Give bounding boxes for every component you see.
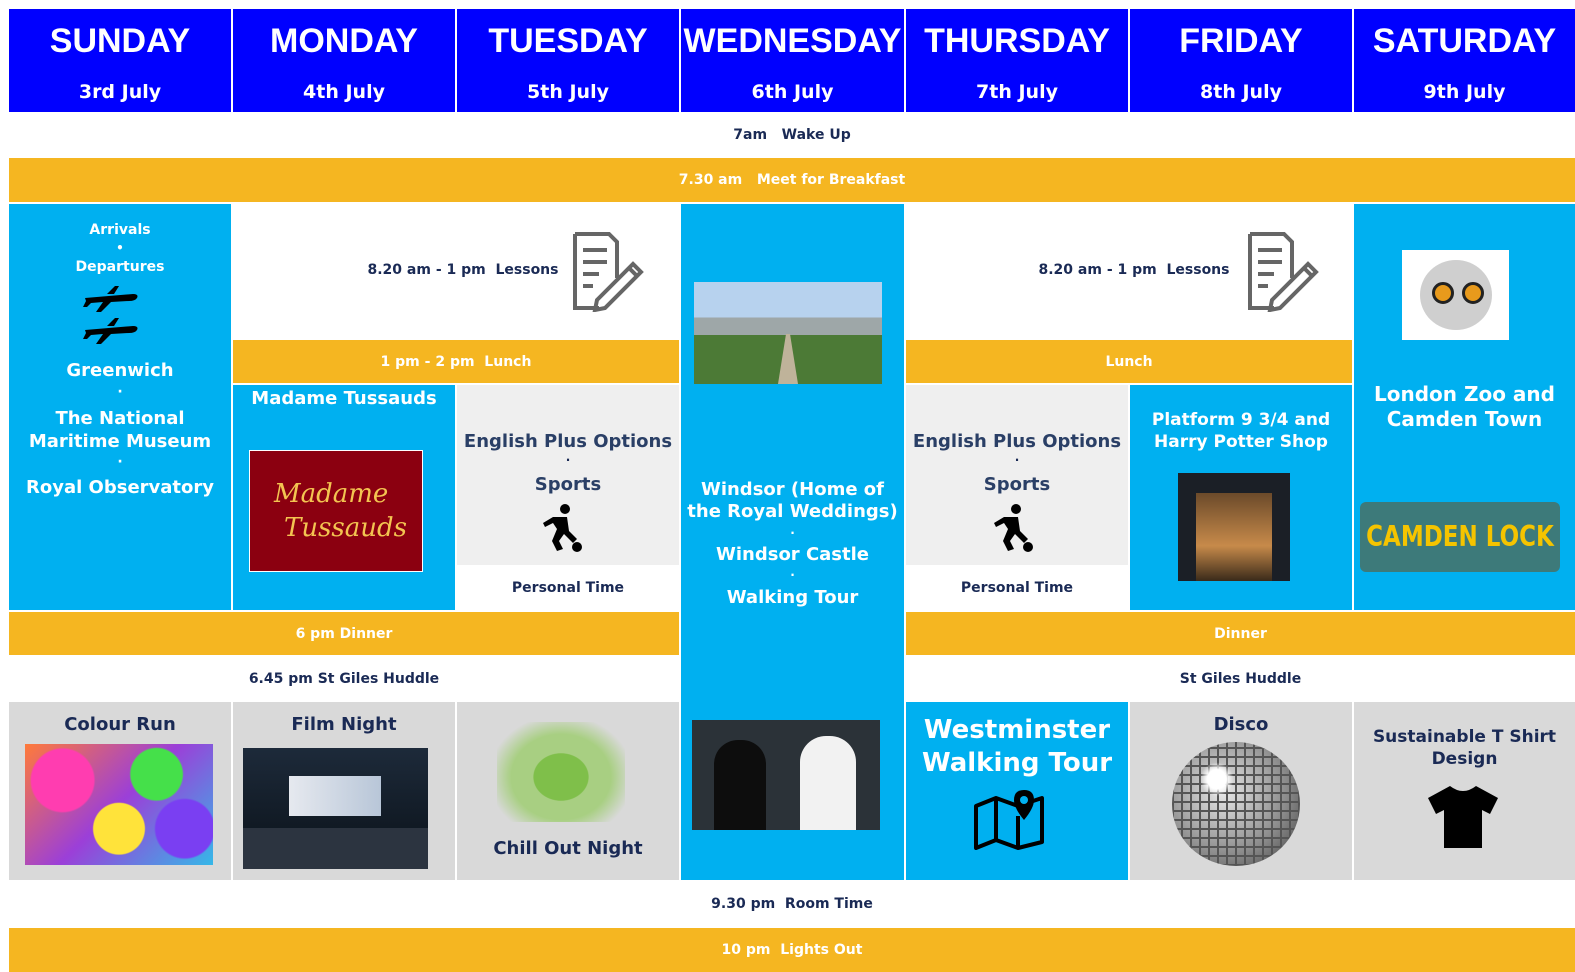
tuesday-evening-cell: Chill Out Night (457, 702, 679, 880)
dot: · (117, 384, 123, 400)
film-night-photo (243, 748, 428, 869)
day-date: 4th July (303, 81, 385, 103)
day-date: 9th July (1423, 81, 1506, 103)
tshirt-icon (1426, 784, 1500, 850)
logo-line-1: Madame (274, 479, 389, 509)
observatory-label: Royal Observatory (26, 477, 214, 498)
sports-label: Sports (983, 474, 1051, 495)
museum-label: The National Maritime Museum (28, 408, 212, 452)
windsor-castle-label: Windsor Castle (716, 544, 869, 565)
chill-out-label: Chill Out Night (493, 838, 643, 859)
lights-out-row: 10 pm Lights Out (9, 928, 1575, 972)
dot: · (790, 568, 795, 582)
camden-sign-text: CAMDEN LOCK (1366, 520, 1554, 554)
friday-evening-cell: Disco (1130, 702, 1352, 880)
disco-ball (1172, 742, 1300, 866)
header-saturday: SATURDAY 9th July (1354, 9, 1575, 112)
day-name: SATURDAY (1372, 22, 1557, 60)
day-name: SUNDAY (49, 22, 191, 60)
dot: · (565, 453, 571, 467)
monday-activity-cell: Madame Tussauds Madame Tussauds (233, 385, 455, 610)
tuesday-personal-time: Personal Time (457, 565, 679, 610)
thu-fri-dinner: Dinner (906, 612, 1575, 655)
mon-tue-lunch: 1 pm - 2 pm Lunch (233, 340, 679, 383)
thu-fri-lessons-cell: 8.20 am - 1 pm Lessons (906, 204, 1352, 340)
day-name: FRIDAY (1179, 22, 1303, 60)
windsor-title: Windsor (Home of the Royal Weddings) (687, 479, 898, 522)
walking-tour-label: Walking Tour (726, 587, 859, 608)
map-pin-icon (972, 788, 1048, 850)
day-date: 7th July (976, 81, 1058, 103)
day-date: 5th July (527, 81, 609, 103)
arrivals-label: Arrivals (89, 222, 151, 238)
thursday-personal-time: Personal Time (906, 565, 1128, 610)
london-zoo-label: London Zoo and Camden Town (1374, 382, 1555, 431)
header-wednesday: WEDNESDAY 6th July (681, 9, 904, 112)
header-thursday: THURSDAY 7th July (906, 9, 1128, 112)
mon-tue-lessons-cell: 8.20 am - 1 pm Lessons (233, 204, 679, 340)
header-monday: MONDAY 4th July (233, 9, 455, 112)
header-tuesday: TUESDAY 5th July (457, 9, 679, 112)
soccer-player-icon (535, 503, 585, 553)
thursday-options-cell: English Plus Options · Sports (906, 385, 1128, 565)
mon-tue-dinner: 6 pm Dinner (9, 612, 679, 655)
logo-line-2: Tussauds (284, 513, 408, 543)
breakfast-row: 7.30 am Meet for Breakfast (9, 158, 1575, 202)
day-date: 6th July (751, 81, 834, 103)
dot: · (790, 526, 795, 540)
madame-tussauds-logo: Madame Tussauds (249, 450, 423, 572)
mon-tue-huddle: 6.45 pm St Giles Huddle (248, 670, 440, 687)
friday-activity-cell: Platform 9 3/4 and Harry Potter Shop (1130, 385, 1352, 610)
saturday-activity-cell: London Zoo and Camden Town CAMDEN LOCK (1354, 204, 1575, 610)
madame-tussauds-label: Madame Tussauds (251, 388, 437, 409)
monday-evening-cell: Film Night (233, 702, 455, 880)
colour-run-label: Colour Run (64, 714, 176, 735)
lemur-photo (1402, 250, 1509, 340)
royal-wedding-photo (692, 720, 880, 830)
lessons-label: 8.20 am - 1 pm Lessons (1038, 262, 1230, 278)
thu-fri-huddle: St Giles Huddle (1179, 670, 1302, 687)
saturday-evening-cell: Sustainable T Shirt Design (1354, 702, 1575, 880)
day-date: 8th July (1200, 81, 1282, 103)
departures-label: Departures (75, 259, 165, 275)
day-name: MONDAY (270, 22, 418, 60)
day-name: THURSDAY (924, 22, 1110, 60)
day-date: 3rd July (78, 81, 162, 103)
notepad-pencil-icon (1244, 230, 1324, 312)
film-night-label: Film Night (291, 714, 397, 735)
header-sunday: SUNDAY 3rd July (9, 9, 231, 112)
thu-fri-lunch: Lunch (906, 340, 1352, 383)
room-time-row: 9.30 pm Room Time (711, 896, 873, 912)
notepad-pencil-icon (569, 230, 649, 312)
disco-label: Disco (1213, 714, 1269, 735)
bullet: • (116, 241, 124, 255)
dot: · (117, 454, 123, 470)
english-plus-label: English Plus Options (912, 431, 1122, 452)
airplane-icon (81, 284, 141, 344)
thursday-evening-cell: Westminster Walking Tour (906, 702, 1128, 880)
tshirt-design-label: Sustainable T Shirt Design (1372, 727, 1557, 769)
harry-potter-label: Platform 9 3/4 and Harry Potter Shop (1151, 410, 1331, 452)
day-name: WEDNESDAY (683, 22, 902, 60)
windsor-castle-photo (694, 282, 882, 384)
camden-lock-sign: CAMDEN LOCK (1360, 502, 1560, 572)
platform-shop-photo (1178, 473, 1290, 581)
sunday-evening-cell: Colour Run (9, 702, 231, 880)
sunday-activity-cell: Arrivals • Departures Greenwich · The Na… (9, 204, 231, 610)
greenwich-label: Greenwich (66, 360, 174, 381)
frog-photo (497, 722, 625, 822)
day-name: TUESDAY (488, 22, 648, 60)
lessons-label: 8.20 am - 1 pm Lessons (367, 262, 559, 278)
wednesday-activity-cell: Windsor (Home of the Royal Weddings) · W… (681, 204, 904, 880)
colour-run-photo (25, 744, 213, 865)
sports-label: Sports (534, 474, 602, 495)
english-plus-label: English Plus Options (463, 431, 673, 452)
dot: · (1014, 453, 1020, 467)
tuesday-options-cell: English Plus Options · Sports (457, 385, 679, 565)
soccer-player-icon (986, 503, 1036, 553)
westminster-label: Westminster Walking Tour (921, 715, 1113, 778)
header-friday: FRIDAY 8th July (1130, 9, 1352, 112)
wake-up-row: 7am Wake Up (733, 127, 851, 143)
